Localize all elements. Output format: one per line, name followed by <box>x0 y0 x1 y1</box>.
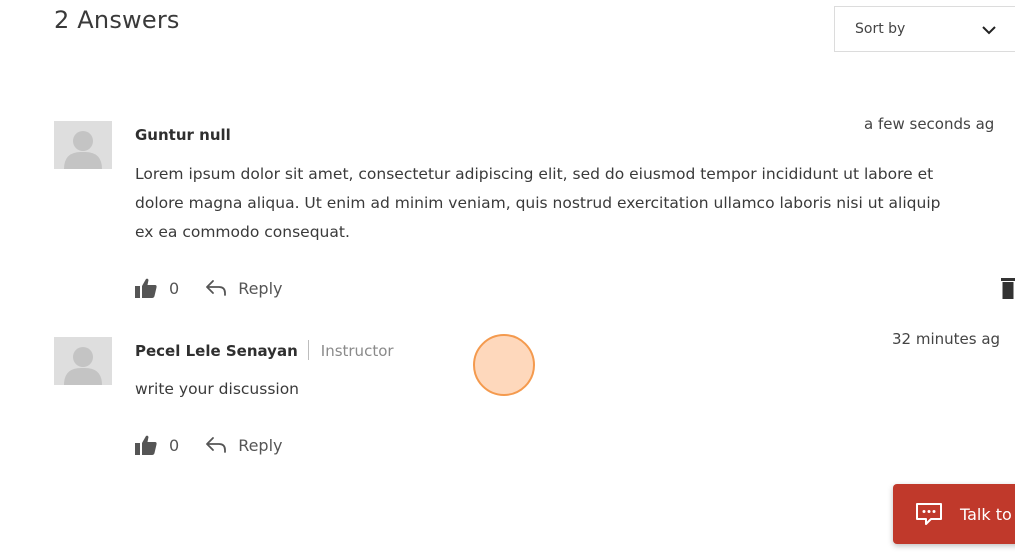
answer-body: write your discussion <box>135 375 1015 404</box>
body-line: write your discussion <box>135 380 300 398</box>
author-name: Guntur null <box>135 126 231 144</box>
answer-body: Lorem ipsum dolor sit amet, consectetur … <box>135 160 1015 247</box>
timestamp: 32 minutes ag <box>892 330 1001 348</box>
sort-label: Sort by <box>855 21 906 37</box>
user-silhouette-icon <box>64 347 102 385</box>
author-name-text: Pecel Lele Senayan <box>135 342 298 360</box>
body-line: dolore magna aliqua. Ut enim ad minim ve… <box>135 194 941 212</box>
sort-dropdown[interactable]: Sort by <box>834 6 1015 52</box>
author-name: Pecel Lele Senayan Instructor <box>135 340 394 360</box>
thumbs-up-icon[interactable] <box>135 435 157 455</box>
user-silhouette-icon <box>64 131 102 169</box>
avatar <box>54 337 112 385</box>
reply-button[interactable]: Reply <box>205 435 283 455</box>
body-line: Lorem ipsum dolor sit amet, consectetur … <box>135 165 934 183</box>
avatar <box>54 121 112 169</box>
chevron-down-icon <box>982 26 996 35</box>
cursor-highlight <box>473 334 535 396</box>
author-role: Instructor <box>320 342 394 360</box>
answer-actions: 0 Reply <box>135 433 283 457</box>
like-count: 0 <box>169 278 180 298</box>
reply-label: Reply <box>238 435 283 455</box>
reply-arrow-icon <box>206 437 227 453</box>
answer-actions: 0 Reply <box>135 276 283 300</box>
talk-label: Talk to <box>960 504 1012 524</box>
timestamp: a few seconds ag <box>864 115 995 133</box>
talk-to-us-button[interactable]: Talk to <box>893 484 1015 544</box>
trash-icon[interactable] <box>1000 278 1015 300</box>
body-line: ex ea commodo consequat. <box>135 223 350 241</box>
like-count: 0 <box>169 435 180 455</box>
author-name-text: Guntur null <box>135 126 231 144</box>
thumbs-up-icon[interactable] <box>135 278 157 298</box>
answers-heading: 2 Answers <box>54 6 180 34</box>
reply-label: Reply <box>238 278 283 298</box>
divider <box>307 340 309 360</box>
reply-button[interactable]: Reply <box>205 278 283 298</box>
chat-bubble-icon <box>916 503 942 525</box>
reply-arrow-icon <box>206 280 227 296</box>
